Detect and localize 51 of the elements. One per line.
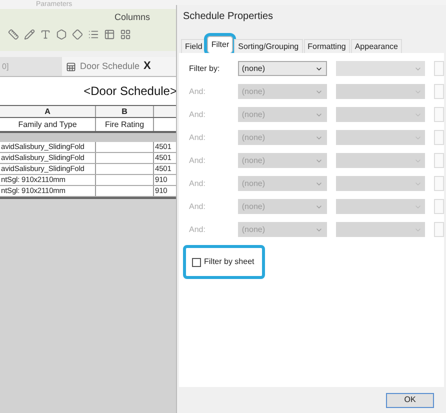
tab-label: Door Schedule bbox=[80, 60, 140, 73]
value-field[interactable] bbox=[434, 61, 444, 76]
list-icon[interactable] bbox=[88, 28, 99, 40]
value-field[interactable] bbox=[434, 222, 444, 237]
filter-label: And: bbox=[189, 200, 206, 212]
operator-dropdown[interactable] bbox=[336, 176, 426, 191]
dialog-tab[interactable]: Field bbox=[181, 39, 206, 53]
ok-button[interactable]: OK bbox=[386, 392, 434, 408]
pencil-icon[interactable] bbox=[24, 28, 35, 40]
filter-label: And: bbox=[189, 86, 206, 98]
tab-fragment: 0] bbox=[1, 60, 10, 72]
column-header: Fire Rating bbox=[96, 118, 154, 131]
operator-dropdown[interactable] bbox=[336, 130, 426, 145]
value-field[interactable] bbox=[434, 84, 444, 99]
value-field[interactable] bbox=[434, 153, 444, 168]
dialog-tab[interactable]: Formatting bbox=[304, 39, 350, 53]
value-field[interactable] bbox=[434, 130, 444, 145]
dialog-tab[interactable]: Appearance bbox=[350, 39, 402, 53]
filter-label: And: bbox=[189, 154, 206, 166]
filter-label: And: bbox=[189, 108, 206, 120]
value-field[interactable] bbox=[434, 176, 444, 191]
value-field[interactable] bbox=[434, 107, 444, 122]
field-dropdown[interactable]: (none) bbox=[238, 61, 328, 76]
filter-by-sheet-checkbox[interactable]: Filter by sheet bbox=[183, 245, 265, 279]
grid-icon[interactable] bbox=[120, 28, 131, 40]
value-field[interactable] bbox=[434, 199, 444, 214]
type-icon[interactable] bbox=[40, 28, 51, 40]
column-letter: A bbox=[0, 106, 96, 117]
column-header: Family and Type bbox=[0, 118, 96, 131]
operator-dropdown[interactable] bbox=[336, 199, 426, 214]
close-button[interactable]: X bbox=[144, 58, 151, 75]
hexagon-icon[interactable] bbox=[56, 28, 67, 40]
dialog-tab[interactable]: Sorting/Grouping bbox=[234, 39, 303, 53]
filter-label: And: bbox=[189, 178, 206, 190]
filter-label: Filter by: bbox=[189, 62, 221, 74]
operator-dropdown[interactable] bbox=[336, 153, 426, 168]
dialog-tab[interactable]: Filter bbox=[207, 36, 234, 53]
filter-label: And: bbox=[189, 132, 206, 144]
diamond-icon[interactable] bbox=[72, 28, 83, 40]
table-icon bbox=[66, 62, 76, 72]
operator-dropdown[interactable] bbox=[336, 61, 426, 76]
operator-dropdown[interactable] bbox=[336, 107, 426, 122]
operator-dropdown[interactable] bbox=[336, 222, 426, 237]
column-letter: B bbox=[96, 106, 154, 117]
dialog-title: Schedule Properties bbox=[182, 10, 274, 24]
operator-dropdown[interactable] bbox=[336, 84, 426, 99]
ruler-icon[interactable] bbox=[8, 28, 19, 40]
table-icon[interactable] bbox=[104, 28, 115, 40]
panel-title: Columns bbox=[114, 11, 150, 24]
schedule-title: <Door Schedule> bbox=[84, 83, 177, 100]
filter-label: And: bbox=[189, 224, 206, 236]
